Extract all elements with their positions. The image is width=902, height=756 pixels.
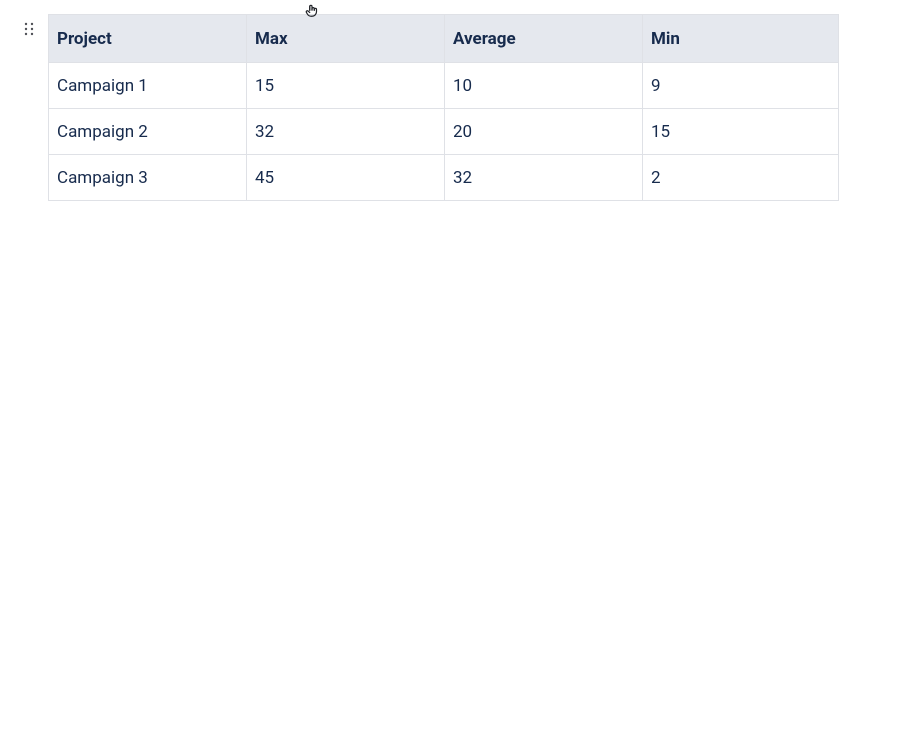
data-table[interactable]: Project Max Average Min Campaign 1 15 10… bbox=[48, 14, 839, 201]
col-header-project[interactable]: Project bbox=[49, 15, 247, 63]
table-header-row: Project Max Average Min bbox=[49, 15, 839, 63]
cell-max[interactable]: 15 bbox=[247, 63, 445, 109]
col-header-average[interactable]: Average bbox=[445, 15, 643, 63]
cell-min[interactable]: 15 bbox=[643, 109, 839, 155]
col-header-min[interactable]: Min bbox=[643, 15, 839, 63]
cell-average[interactable]: 20 bbox=[445, 109, 643, 155]
cell-project[interactable]: Campaign 2 bbox=[49, 109, 247, 155]
cell-project[interactable]: Campaign 1 bbox=[49, 63, 247, 109]
cell-min[interactable]: 9 bbox=[643, 63, 839, 109]
cell-max[interactable]: 45 bbox=[247, 155, 445, 201]
cell-average[interactable]: 32 bbox=[445, 155, 643, 201]
table-row[interactable]: Campaign 2 32 20 15 bbox=[49, 109, 839, 155]
cell-min[interactable]: 2 bbox=[643, 155, 839, 201]
cell-average[interactable]: 10 bbox=[445, 63, 643, 109]
col-header-max[interactable]: Max bbox=[247, 15, 445, 63]
drag-handle-icon[interactable] bbox=[24, 22, 34, 36]
cell-project[interactable]: Campaign 3 bbox=[49, 155, 247, 201]
table-row[interactable]: Campaign 1 15 10 9 bbox=[49, 63, 839, 109]
cell-max[interactable]: 32 bbox=[247, 109, 445, 155]
table-row[interactable]: Campaign 3 45 32 2 bbox=[49, 155, 839, 201]
